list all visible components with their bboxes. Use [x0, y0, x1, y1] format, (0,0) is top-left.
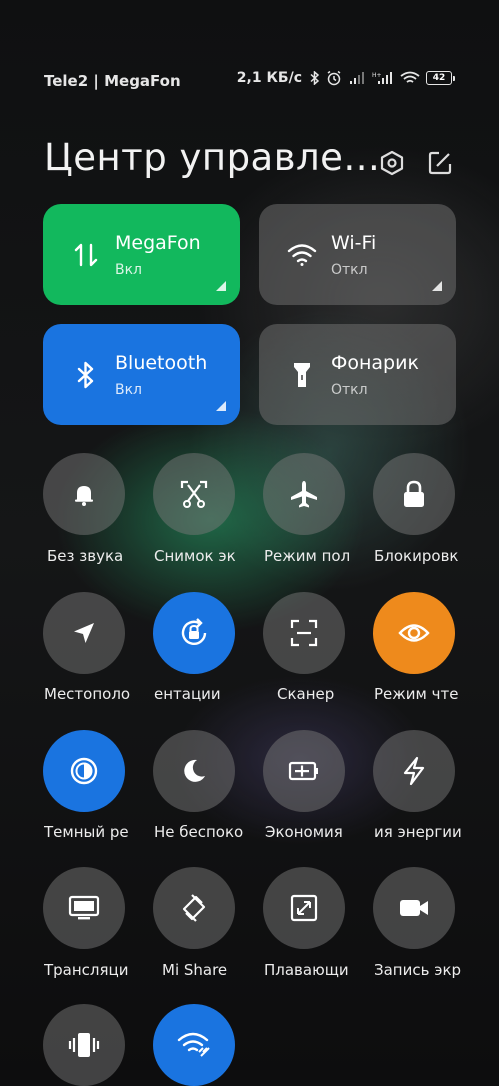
- expand-corner-icon[interactable]: [216, 281, 226, 291]
- eye-icon: [398, 624, 430, 642]
- toggle-scanner[interactable]: [263, 592, 345, 674]
- status-icons: 2,1 КБ/с H+ 42: [237, 70, 455, 86]
- lock-icon: [404, 480, 424, 507]
- tile-bluetooth[interactable]: Bluetooth Вкл: [43, 324, 240, 425]
- moon-icon: [184, 759, 205, 782]
- airplane-icon: [291, 481, 317, 508]
- toggle-label: Местополо: [44, 685, 131, 703]
- toggle-dark-mode[interactable]: [43, 730, 125, 812]
- toggle-cast[interactable]: [43, 867, 125, 949]
- toggle-airplane[interactable]: [263, 453, 345, 535]
- expand-corner-icon[interactable]: [432, 281, 442, 291]
- toggle-floating-window[interactable]: [263, 867, 345, 949]
- toggle-label: Не беспоко: [154, 823, 244, 841]
- toggle-label: Без звука: [47, 547, 124, 565]
- tile-state: Откл: [331, 262, 368, 278]
- tile-state: Вкл: [115, 262, 143, 278]
- toggle-vibrate[interactable]: [43, 1004, 125, 1086]
- toggle-lock[interactable]: [373, 453, 455, 535]
- svg-text:H+: H+: [372, 72, 382, 79]
- settings-hex-icon: [380, 150, 404, 176]
- wifi-status-icon: [400, 71, 420, 85]
- toggle-label: Трансляци: [44, 961, 129, 979]
- tile-state: Откл: [331, 382, 368, 398]
- network-speed: 2,1 КБ/с: [236, 70, 302, 86]
- page-title: Центр управле...: [44, 136, 381, 179]
- dark-mode-icon: [70, 757, 98, 785]
- tile-name: Bluetooth: [115, 352, 208, 374]
- battery-level: 42: [426, 71, 452, 85]
- tile-name: MegaFon: [115, 232, 201, 254]
- cast-icon: [68, 895, 100, 920]
- toggle-do-not-disturb[interactable]: [153, 730, 235, 812]
- bluetooth-status-icon: [310, 71, 320, 85]
- alarm-icon: [326, 70, 342, 86]
- tile-name: Wi-Fi: [331, 232, 377, 254]
- screen-record-icon: [400, 900, 428, 916]
- edit-icon: [428, 151, 452, 175]
- toggle-label: Снимок эк: [154, 547, 236, 565]
- toggle-rotation-lock[interactable]: [153, 592, 235, 674]
- toggle-label: Экономия: [265, 823, 343, 841]
- toggle-label: Запись экр: [374, 961, 462, 979]
- toggle-wifi-share[interactable]: [153, 1004, 235, 1086]
- toggle-screen-record[interactable]: [373, 867, 455, 949]
- tile-mobile-data[interactable]: MegaFon Вкл: [43, 204, 240, 305]
- vibrate-icon: [68, 1033, 100, 1057]
- bell-icon: [75, 486, 93, 506]
- screenshot-icon: [180, 480, 208, 508]
- toggle-power-saving[interactable]: [373, 730, 455, 812]
- toggle-battery-saver[interactable]: [263, 730, 345, 812]
- flashlight-icon: [287, 360, 317, 390]
- battery-icon: 42: [426, 71, 455, 85]
- lightning-icon: [403, 756, 425, 786]
- toggle-silent[interactable]: [43, 453, 125, 535]
- expand-corner-icon[interactable]: [216, 401, 226, 411]
- status-bar: Tele2 | MegaFon 2,1 КБ/с H+ 42: [0, 60, 499, 100]
- toggle-label: Темный ре: [44, 823, 129, 841]
- settings-button[interactable]: [377, 148, 407, 178]
- toggle-label: Режим чте: [374, 685, 459, 703]
- edit-button[interactable]: [425, 148, 455, 178]
- toggle-label: Режим пол: [264, 547, 351, 565]
- toggle-location[interactable]: [43, 592, 125, 674]
- signal-1-icon: [348, 71, 366, 85]
- location-icon: [74, 623, 94, 643]
- tile-wifi[interactable]: Wi-Fi Откл: [259, 204, 456, 305]
- tile-state: Вкл: [115, 382, 143, 398]
- carrier-label: Tele2 | MegaFon: [44, 72, 181, 90]
- toggle-label: ия энергии: [374, 823, 462, 841]
- toggle-label: ентации: [154, 685, 221, 703]
- toggle-screenshot[interactable]: [153, 453, 235, 535]
- scanner-icon: [290, 619, 318, 647]
- wifi-icon: [287, 240, 317, 270]
- toggle-label: Сканер: [277, 685, 335, 703]
- mi-share-icon: [182, 894, 206, 922]
- tile-name: Фонарик: [331, 352, 419, 374]
- tile-flashlight[interactable]: Фонарик Откл: [259, 324, 456, 425]
- toggle-label: Mi Share: [162, 961, 228, 979]
- toggle-label: Блокировк: [374, 547, 459, 565]
- toggle-reading-mode[interactable]: [373, 592, 455, 674]
- bluetooth-icon: [71, 360, 101, 390]
- rotation-lock-icon: [181, 618, 207, 645]
- floating-window-icon: [290, 894, 318, 922]
- signal-2-icon: H+: [372, 71, 394, 85]
- toggle-mi-share[interactable]: [153, 867, 235, 949]
- wifi-share-icon: [177, 1032, 210, 1057]
- toggle-label: Плавающи: [264, 961, 349, 979]
- control-center-header: Центр управле...: [44, 130, 455, 190]
- battery-saver-icon: [288, 761, 318, 781]
- mobile-data-icon: [71, 240, 101, 270]
